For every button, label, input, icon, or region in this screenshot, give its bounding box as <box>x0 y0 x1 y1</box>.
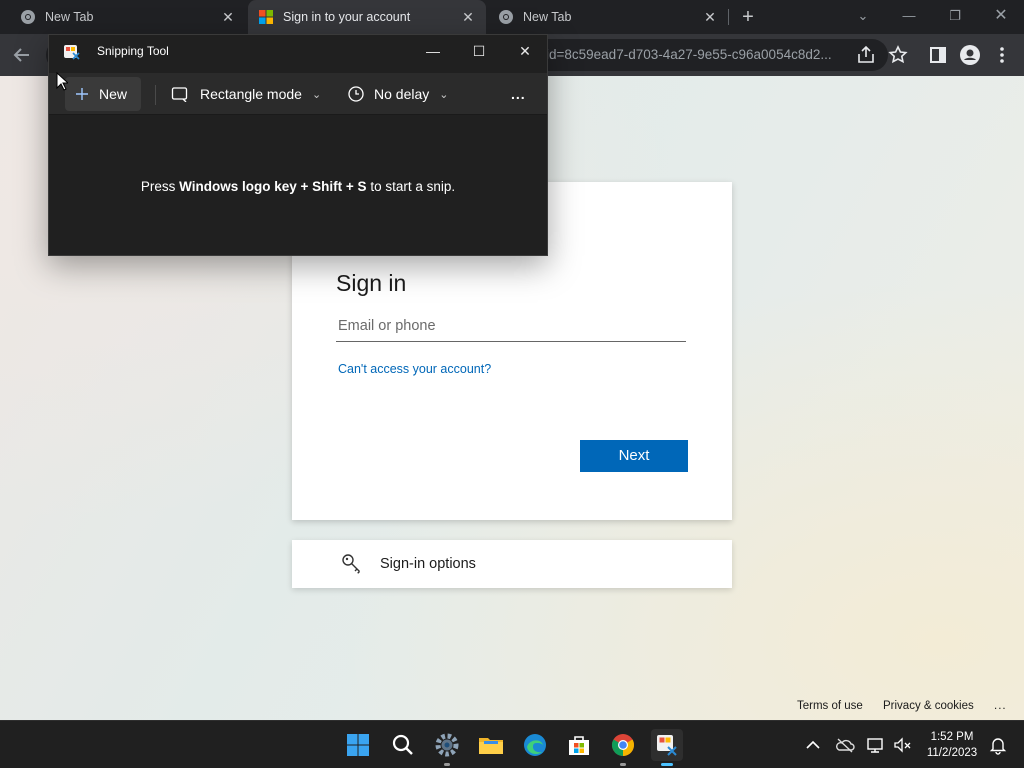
new-tab-button[interactable]: + <box>736 5 760 29</box>
clock-date: 11/2/2023 <box>926 747 978 759</box>
snip-instruction: Press Windows logo key + Shift + S to st… <box>49 179 547 194</box>
chevron-down-icon: ⌄ <box>439 88 449 101</box>
snipping-tool-title: Snipping Tool <box>97 44 169 58</box>
snip-more-button[interactable]: ... <box>511 77 526 111</box>
taskbar-file-explorer[interactable] <box>475 729 507 761</box>
snip-delay-dropdown[interactable]: No delay ⌄ <box>347 77 448 111</box>
back-arrow-icon[interactable] <box>10 43 34 67</box>
chrome-icon <box>612 734 634 756</box>
profile-avatar-icon[interactable] <box>958 43 982 67</box>
tab-label: Sign in to your account <box>283 10 411 24</box>
cant-access-link[interactable]: Can't access your account? <box>338 362 491 376</box>
signin-options-button[interactable]: Sign-in options <box>292 540 732 588</box>
mouse-cursor-icon <box>56 72 68 91</box>
snip-maximize-button[interactable]: ☐ <box>461 39 497 63</box>
browser-tabstrip: New Tab ✕ Sign in to your account ✕ New … <box>0 0 1024 34</box>
store-icon <box>569 736 589 755</box>
chevron-down-icon: ⌄ <box>311 88 322 101</box>
tab-label: New Tab <box>45 10 94 24</box>
key-icon <box>342 554 360 574</box>
clock-icon <box>348 86 364 102</box>
signin-options-label: Sign-in options <box>380 556 476 572</box>
share-icon[interactable] <box>854 43 878 67</box>
taskbar-edge[interactable] <box>519 729 551 761</box>
folder-icon <box>479 738 503 754</box>
chrome-icon <box>499 10 513 24</box>
taskbar-settings-app[interactable] <box>431 729 463 766</box>
snip-mode-label: Rectangle mode <box>200 86 302 102</box>
gear-icon <box>435 733 459 757</box>
taskbar-chrome[interactable] <box>607 729 639 766</box>
taskbar-clock[interactable]: 1:52 PM 11/2/2023 <box>916 729 988 761</box>
search-icon <box>392 734 413 755</box>
tab-label: New Tab <box>523 10 572 24</box>
taskbar-snipping-tool[interactable] <box>651 729 683 766</box>
tab-divider <box>728 9 729 25</box>
close-tab-icon[interactable]: ✕ <box>220 9 236 25</box>
minimize-button[interactable]: — <box>894 4 924 28</box>
footer-more-button[interactable]: ... <box>994 700 1007 712</box>
network-icon[interactable] <box>866 735 886 755</box>
tab-search-icon[interactable]: ⌄ <box>848 4 878 28</box>
snip-command-bar: New Rectangle mode ⌄ No delay ⌄ ... <box>49 73 547 115</box>
snip-mode-dropdown[interactable]: Rectangle mode ⌄ <box>171 77 321 111</box>
snip-minimize-button[interactable]: — <box>415 39 451 63</box>
tab-new-tab-2[interactable]: New Tab ✕ <box>488 0 728 34</box>
start-button[interactable] <box>342 729 374 761</box>
close-window-button[interactable]: ✕ <box>986 4 1016 28</box>
snipping-tool-window: Snipping Tool — ☐ ✕ New Rectangle mode ⌄… <box>48 34 548 256</box>
microsoft-logo-icon <box>259 10 273 24</box>
taskbar-store[interactable] <box>563 729 595 761</box>
more-menu-icon[interactable] <box>990 43 1014 67</box>
instruction-prefix: Press <box>140 179 180 194</box>
plus-icon <box>76 88 88 100</box>
active-indicator <box>661 763 673 766</box>
notification-bell-icon[interactable] <box>988 735 1008 755</box>
volume-muted-icon[interactable] <box>892 735 912 755</box>
next-button[interactable]: Next <box>580 440 688 472</box>
signin-title: Sign in <box>336 270 407 296</box>
chevron-up-icon[interactable] <box>803 735 823 755</box>
snip-close-button[interactable]: ✕ <box>507 39 543 63</box>
email-field[interactable] <box>336 310 686 342</box>
privacy-link[interactable]: Privacy & cookies <box>883 700 974 712</box>
chrome-icon <box>21 10 35 24</box>
new-snip-label: New <box>99 86 128 102</box>
bookmark-star-icon[interactable] <box>886 43 910 67</box>
terms-link[interactable]: Terms of use <box>797 700 863 712</box>
windows-logo-icon <box>347 734 369 756</box>
edge-browser-icon <box>524 734 546 756</box>
taskbar: 1:52 PM 11/2/2023 <box>0 720 1024 768</box>
close-tab-icon[interactable]: ✕ <box>702 9 718 25</box>
clock-time: 1:52 PM <box>930 731 974 743</box>
running-indicator <box>620 763 626 766</box>
side-panel-icon[interactable] <box>926 43 950 67</box>
tab-sign-in[interactable]: Sign in to your account ✕ <box>248 0 486 34</box>
new-snip-button[interactable]: New <box>65 77 141 111</box>
taskbar-search-button[interactable] <box>387 729 419 761</box>
restore-button[interactable]: ❐ <box>940 4 970 28</box>
snip-delay-label: No delay <box>374 86 430 102</box>
toolbar-divider <box>155 85 156 105</box>
tab-new-tab-1[interactable]: New Tab ✕ <box>0 0 246 34</box>
snipping-tool-app-icon <box>64 45 80 60</box>
address-text: id=8c59ead7-d703-4a27-9e55-c96a0054c8d2.… <box>546 47 832 62</box>
running-indicator <box>444 763 450 766</box>
rectangle-mode-icon <box>171 87 188 102</box>
onedrive-cloud-icon[interactable] <box>835 735 855 755</box>
instruction-keys: Windows logo key + Shift + S <box>179 179 367 194</box>
close-tab-icon[interactable]: ✕ <box>460 9 476 25</box>
snipping-tool-icon <box>657 735 677 756</box>
instruction-suffix: to start a snip. <box>366 179 456 194</box>
